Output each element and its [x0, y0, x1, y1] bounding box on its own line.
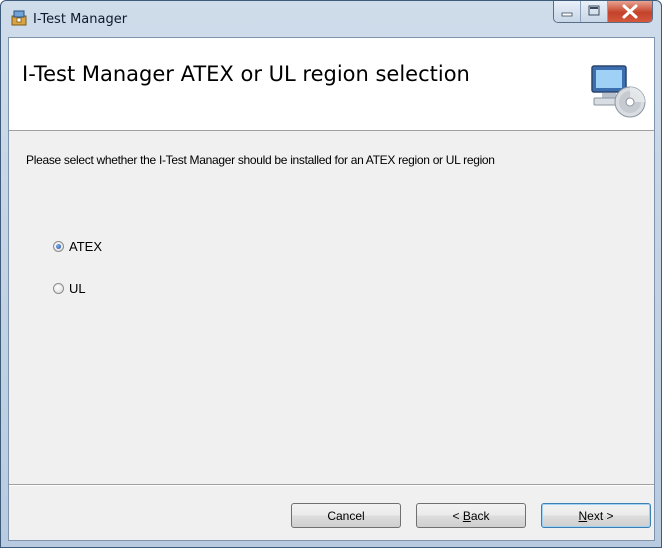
- footer-divider: [9, 484, 654, 486]
- back-button-label: < Back: [452, 509, 489, 523]
- radio-button-atex[interactable]: [53, 241, 64, 252]
- back-rest: ack: [470, 508, 490, 523]
- radio-label-ul[interactable]: UL: [69, 281, 86, 296]
- instruction-text: Please select whether the I-Test Manager…: [26, 153, 495, 167]
- back-button[interactable]: < Back: [416, 503, 526, 528]
- close-icon: [622, 4, 638, 19]
- computer-cd-icon: [591, 65, 646, 118]
- header-banner: I-Test Manager ATEX or UL region selecti…: [9, 38, 654, 131]
- next-button-label: Next >: [578, 509, 613, 523]
- page-title: I-Test Manager ATEX or UL region selecti…: [22, 62, 470, 86]
- radio-option-atex[interactable]: ATEX: [53, 239, 102, 254]
- maximize-icon: [588, 5, 600, 16]
- title-bar[interactable]: I-Test Manager: [1, 1, 661, 37]
- radio-option-ul[interactable]: UL: [53, 281, 86, 296]
- back-mnemonic: B: [462, 508, 471, 523]
- installer-icon: [11, 10, 27, 26]
- installer-window: I-Test Manager I-Test Manager ATEX or UL…: [0, 0, 662, 548]
- next-rest: ext >: [587, 508, 614, 523]
- minimize-button[interactable]: [554, 1, 581, 22]
- window-controls: [553, 1, 653, 23]
- maximize-button[interactable]: [581, 1, 608, 22]
- radio-label-atex[interactable]: ATEX: [69, 239, 102, 254]
- back-prefix: <: [452, 508, 463, 523]
- cancel-button-label: Cancel: [327, 508, 365, 523]
- minimize-icon: [561, 12, 573, 17]
- close-button[interactable]: [608, 1, 652, 22]
- window-title: I-Test Manager: [33, 12, 128, 27]
- dialog-client-area: I-Test Manager ATEX or UL region selecti…: [8, 37, 655, 541]
- radio-button-ul[interactable]: [53, 283, 64, 294]
- cancel-button[interactable]: Cancel: [291, 503, 401, 528]
- next-mnemonic: N: [578, 508, 588, 523]
- next-button[interactable]: Next >: [541, 503, 651, 528]
